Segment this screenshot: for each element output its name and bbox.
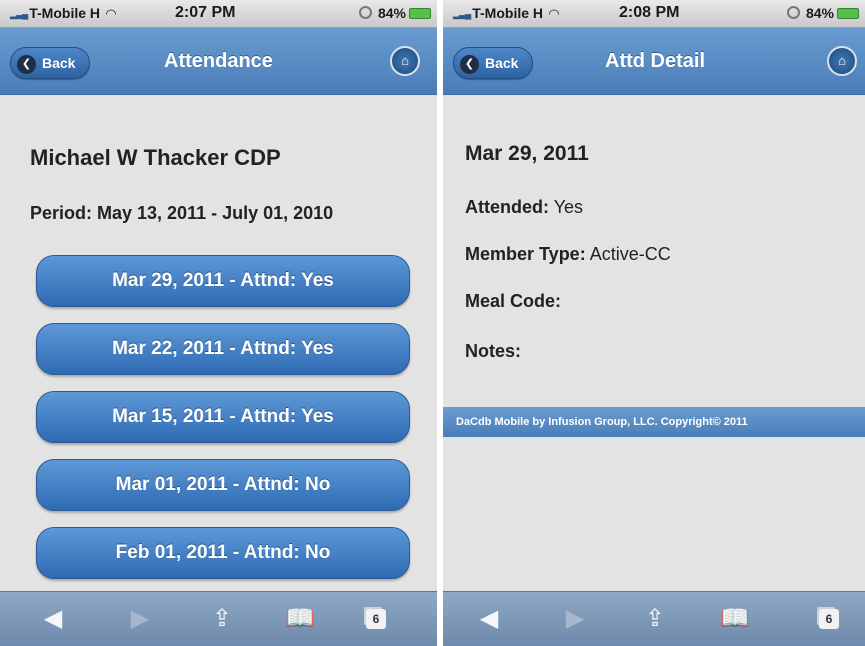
member-name: Michael W Thacker CDP bbox=[30, 145, 281, 170]
attendance-button[interactable]: Mar 29, 2011 - Attnd: Yes bbox=[36, 255, 410, 307]
home-icon: ⌂ bbox=[401, 53, 409, 68]
member-type-row: Member Type: Active-CC bbox=[465, 244, 671, 265]
forward-arrow-icon[interactable]: ▶ bbox=[122, 604, 158, 634]
share-icon[interactable]: ⇪ bbox=[637, 604, 673, 634]
orientation-lock-icon bbox=[786, 6, 800, 19]
attendance-list: Mar 29, 2011 - Attnd: Yes Mar 22, 2011 -… bbox=[36, 255, 410, 646]
left-screen: ▂▃▄ T-Mobile H ◠ 2:07 PM 84% ❮ Back Attenda… bbox=[0, 0, 437, 646]
back-button[interactable]: ❮ Back bbox=[453, 47, 534, 79]
tabs-button[interactable]: 6 bbox=[358, 604, 394, 634]
battery-icon bbox=[837, 8, 859, 19]
attendance-button[interactable]: Mar 01, 2011 - Attnd: No bbox=[36, 459, 410, 511]
back-arrow-icon[interactable]: ◀ bbox=[471, 604, 507, 634]
copyright-footer: DaCdb Mobile by Infusion Group, LLC. Cop… bbox=[443, 407, 865, 437]
attendance-date: Mar 29, 2011 bbox=[465, 142, 589, 165]
meal-code-row: Meal Code: bbox=[465, 291, 561, 312]
home-button[interactable]: ⌂ bbox=[827, 46, 857, 76]
attendance-button[interactable]: Mar 22, 2011 - Attnd: Yes bbox=[36, 323, 410, 375]
back-button[interactable]: ❮ Back bbox=[10, 47, 91, 79]
browser-toolbar: ◀ ▶ ⇪ 📖 6 bbox=[0, 591, 437, 646]
attended-row: Attended: Yes bbox=[465, 197, 583, 218]
period-label: Period: May 13, 2011 - July 01, 2010 bbox=[30, 203, 334, 223]
app-header: ❮ Back Attd Detail ⌂ bbox=[443, 28, 865, 95]
battery-indicator: 84% bbox=[786, 5, 859, 21]
orientation-lock-icon bbox=[358, 6, 372, 19]
browser-toolbar: ◀ ▶ ⇪ 📖 6 bbox=[443, 591, 865, 646]
home-button[interactable]: ⌂ bbox=[390, 46, 420, 76]
status-time: 2:07 PM bbox=[175, 4, 236, 21]
tabs-icon: 6 bbox=[819, 609, 839, 629]
wifi-icon: ◠ bbox=[106, 6, 117, 21]
right-screen: ▂▃▄ T-Mobile H ◠ 2:08 PM 84% ❮ Back Attd De… bbox=[443, 0, 865, 646]
signal-icon: ▂▃▄ bbox=[453, 8, 471, 19]
tabs-button[interactable]: 6 bbox=[811, 604, 847, 634]
attended-value: Yes bbox=[553, 197, 584, 217]
forward-arrow-icon[interactable]: ▶ bbox=[557, 604, 593, 634]
meal-code-label: Meal Code: bbox=[465, 291, 562, 311]
page-title: Attendance bbox=[164, 50, 273, 72]
chevron-left-icon: ❮ bbox=[460, 55, 479, 74]
battery-indicator: 84% bbox=[358, 5, 431, 21]
home-icon: ⌂ bbox=[838, 53, 846, 68]
carrier-label: ▂▃▄ T-Mobile H ◠ bbox=[453, 5, 560, 21]
page-title: Attd Detail bbox=[605, 50, 705, 72]
status-time: 2:08 PM bbox=[619, 4, 680, 21]
attended-label: Attended: bbox=[465, 197, 549, 217]
app-header: ❮ Back Attendance ⌂ bbox=[0, 28, 437, 95]
tabs-icon: 6 bbox=[366, 609, 386, 629]
bookmarks-icon[interactable]: 📖 bbox=[282, 604, 318, 634]
attendance-button[interactable]: Feb 01, 2011 - Attnd: No bbox=[36, 527, 410, 579]
share-icon[interactable]: ⇪ bbox=[204, 604, 240, 634]
member-type-label: Member Type: bbox=[465, 244, 586, 264]
carrier-label: ▂▃▄ T-Mobile H ◠ bbox=[10, 5, 117, 21]
wifi-icon: ◠ bbox=[549, 6, 560, 21]
notes-row: Notes: bbox=[465, 341, 521, 362]
chevron-left-icon: ❮ bbox=[17, 55, 36, 74]
bookmarks-icon[interactable]: 📖 bbox=[717, 604, 753, 634]
battery-icon bbox=[409, 8, 431, 19]
member-type-value: Active-CC bbox=[589, 244, 671, 264]
back-arrow-icon[interactable]: ◀ bbox=[35, 604, 71, 634]
signal-icon: ▂▃▄ bbox=[10, 8, 28, 19]
status-bar: ▂▃▄ T-Mobile H ◠ 2:07 PM 84% bbox=[0, 0, 437, 28]
attendance-button[interactable]: Mar 15, 2011 - Attnd: Yes bbox=[36, 391, 410, 443]
notes-label: Notes: bbox=[465, 341, 522, 361]
status-bar: ▂▃▄ T-Mobile H ◠ 2:08 PM 84% bbox=[443, 0, 865, 28]
